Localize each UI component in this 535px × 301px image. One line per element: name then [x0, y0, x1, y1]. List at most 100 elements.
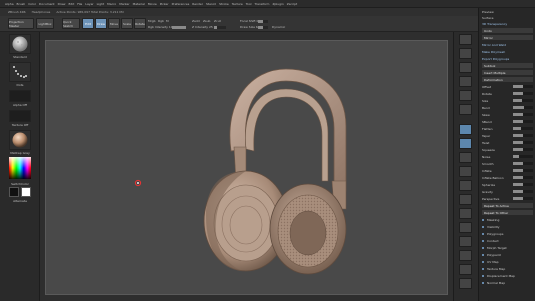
tray-row-uv-map[interactable]: UV Map	[482, 259, 533, 264]
tray-row-smooth[interactable]: Smooth	[482, 161, 533, 166]
tray-row-visibility[interactable]: Visibility	[482, 224, 533, 229]
tray-row-noise[interactable]: Noise	[482, 154, 533, 159]
tray-row-texture-map[interactable]: Texture Map	[482, 266, 533, 271]
draw-button[interactable]: Draw	[95, 18, 107, 29]
tray-row-bend[interactable]: Bend	[482, 105, 533, 110]
menu-item-material[interactable]: Material	[133, 2, 145, 6]
brush-tile[interactable]	[9, 34, 31, 54]
rotate-button[interactable]: Rotate	[134, 18, 146, 29]
menu-item-brush[interactable]: Brush	[17, 2, 26, 6]
tray-surface[interactable]: Surface	[482, 15, 533, 20]
menu-item-draw[interactable]: Draw	[58, 2, 66, 6]
edit-button[interactable]: Edit	[82, 18, 94, 29]
scale-view-button[interactable]	[459, 222, 472, 233]
tray-row-polygroups[interactable]: Polygroups	[482, 231, 533, 236]
menu-item-picker[interactable]: Picker	[160, 2, 169, 6]
projection-master-button[interactable]: Projection Master	[8, 18, 34, 29]
tray-row-size[interactable]: Size	[482, 98, 533, 103]
tray-slider[interactable]	[513, 190, 533, 193]
tray-row-export-polygroups[interactable]: Export Polygroups	[482, 56, 533, 61]
spix-button[interactable]	[459, 48, 472, 59]
tray-slider[interactable]	[513, 176, 533, 179]
tray-row-sbend[interactable]: SBend	[482, 119, 533, 124]
dynamic-toggle[interactable]: Dynamic	[272, 25, 285, 29]
scale-button[interactable]: Scale	[121, 18, 133, 29]
z-intensity-slider[interactable]	[214, 26, 226, 29]
tray-row-masking[interactable]: Masking	[482, 217, 533, 222]
zcut-toggle[interactable]: Zcut	[214, 19, 221, 23]
rotate-view-button[interactable]	[459, 236, 472, 247]
tray-row-inflate-balloon[interactable]: Inflate Balloon	[482, 175, 533, 180]
tray-row-taper[interactable]: Taper	[482, 133, 533, 138]
tray-slider[interactable]	[513, 106, 533, 109]
zsub-toggle[interactable]: Zsub	[203, 19, 210, 23]
tray-slider[interactable]	[513, 113, 533, 116]
menu-item-stroke[interactable]: Stroke	[219, 2, 229, 6]
stroke-tile[interactable]	[9, 62, 31, 82]
tray-row-perspective[interactable]: Perspective	[482, 196, 533, 201]
tray-slider[interactable]	[513, 134, 533, 137]
tray-slider[interactable]	[513, 183, 533, 186]
tray-row-mirror-and-weld[interactable]: Mirror And Weld	[482, 42, 533, 47]
menu-item-tool[interactable]: Tool	[246, 2, 252, 6]
move-view-button[interactable]	[459, 208, 472, 219]
tray-row-morph-target[interactable]: Morph Target	[482, 245, 533, 250]
tray-row-gravity[interactable]: Gravity	[482, 189, 533, 194]
tray-row-deformation[interactable]: Deformation	[482, 77, 533, 82]
quick-sketch-button[interactable]: Quick Sketch	[62, 18, 80, 29]
frame-button[interactable]	[459, 194, 472, 205]
move-button[interactable]: Move	[108, 18, 120, 29]
tray-row-twist[interactable]: Twist	[482, 140, 533, 145]
tray-row-offset[interactable]: Offset	[482, 84, 533, 89]
menu-item-alpha[interactable]: Alpha	[5, 2, 14, 6]
tray-slider[interactable]	[513, 141, 533, 144]
menu-item-texture[interactable]: Texture	[232, 2, 243, 6]
menu-item-marker[interactable]: Marker	[119, 2, 129, 6]
tray-slider[interactable]	[513, 92, 533, 95]
tray-row-spherize[interactable]: Spherize	[482, 182, 533, 187]
color-picker-icon[interactable]	[9, 157, 31, 179]
aahalf-button[interactable]	[459, 104, 472, 115]
menu-item-document[interactable]: Document	[39, 2, 55, 6]
lsym-button[interactable]	[459, 166, 472, 177]
tray-row-skew[interactable]: Skew	[482, 112, 533, 117]
m-toggle[interactable]: M	[166, 19, 169, 23]
texture-tile[interactable]	[9, 110, 31, 122]
polyf-button[interactable]	[459, 250, 472, 261]
tray-row-subtool[interactable]: Subtool	[482, 63, 533, 68]
persp-button[interactable]	[459, 124, 472, 135]
tray-slider[interactable]	[513, 169, 533, 172]
menu-item-color[interactable]: Color	[28, 2, 36, 6]
tray-slider[interactable]	[513, 85, 533, 88]
zoom-button[interactable]	[459, 76, 472, 87]
tray-row-rotate[interactable]: Rotate	[482, 91, 533, 96]
tray-transparency[interactable]: 3D Transparency	[482, 21, 533, 26]
tray-slider[interactable]	[513, 120, 533, 123]
rgb-toggle[interactable]: Rgb	[158, 19, 164, 23]
tray-row-insert-multiple[interactable]: Insert Multiple	[482, 70, 533, 75]
tray-row-displacement-map[interactable]: Displacement Map	[482, 273, 533, 278]
local-button[interactable]	[459, 152, 472, 163]
alpha-icon[interactable]	[9, 90, 31, 102]
tray-row-squeeze[interactable]: Squeeze	[482, 147, 533, 152]
tray-row-mirror[interactable]: Mirror	[482, 35, 533, 40]
menu-item-preferences[interactable]: Preferences	[172, 2, 190, 6]
menu-item-macro[interactable]: Macro	[107, 2, 116, 6]
alternate-label[interactable]: Alternate	[6, 199, 34, 203]
switch-color-label[interactable]: SwitchColor	[6, 182, 34, 186]
tray-row-contact[interactable]: Contact	[482, 238, 533, 243]
tray-row-flatten[interactable]: Flatten	[482, 126, 533, 131]
tray-row-repeat-to-active[interactable]: Repeat To Active	[482, 203, 533, 208]
tray-row-normal-map[interactable]: Normal Map	[482, 280, 533, 285]
solo-button[interactable]	[459, 278, 472, 289]
menu-item-stencil[interactable]: Stencil	[206, 2, 216, 6]
lightbox-button[interactable]: LightBox	[36, 18, 54, 29]
mrgb-toggle[interactable]: Mrgb	[148, 19, 156, 23]
actual-button[interactable]	[459, 90, 472, 101]
rgb-intensity-slider[interactable]	[172, 26, 186, 29]
tray-row-undo[interactable]: Undo	[482, 28, 533, 33]
tray-slider[interactable]	[513, 99, 533, 102]
secondary-color-swatch[interactable]	[9, 187, 19, 197]
tray-slider[interactable]	[513, 155, 533, 158]
tray-row-inflate[interactable]: Inflate	[482, 168, 533, 173]
